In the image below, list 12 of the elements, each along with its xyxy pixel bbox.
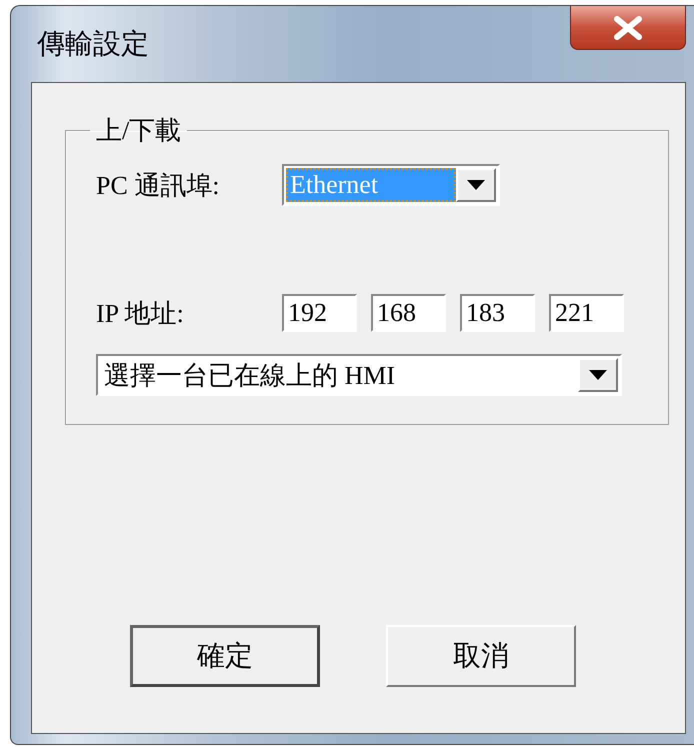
ip-octet-field[interactable]: 221	[549, 294, 624, 332]
ip-octet-field[interactable]: 183	[460, 294, 535, 332]
port-label: PC 通訊埠:	[96, 170, 221, 202]
ip-octet-field[interactable]: 168	[371, 294, 446, 332]
window-title: 傳輸設定	[37, 28, 149, 62]
port-value: Ethernet	[286, 168, 456, 202]
group-legend: 上/下載	[90, 113, 188, 148]
dialog-button[interactable]: 取消	[386, 625, 576, 687]
hmi-dropdown[interactable]: 選擇一台已在線上的 HMI	[96, 354, 622, 396]
dialog-button[interactable]: 確定	[130, 625, 320, 687]
ip-octet-field[interactable]: 192	[282, 294, 357, 332]
ip-label: IP 地址:	[96, 298, 185, 330]
